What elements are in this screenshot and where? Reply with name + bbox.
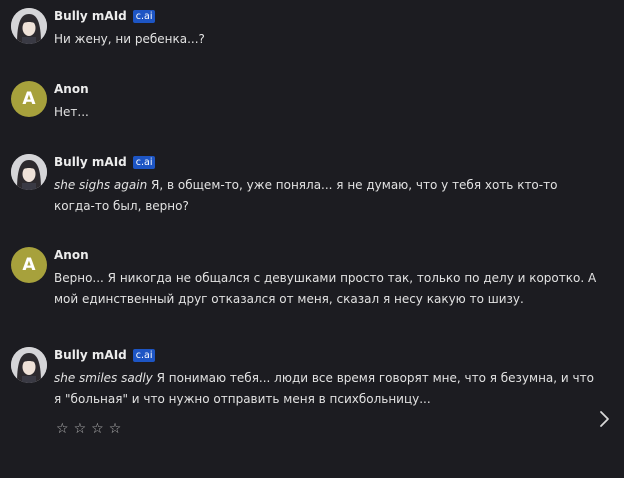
message-text: Нет... — [54, 102, 599, 123]
author-name: Bully mAId — [54, 155, 127, 169]
message-body: Верно... Я никогда не общался с девушкам… — [54, 271, 597, 306]
user-avatar[interactable]: A — [11, 81, 47, 117]
author-name: Anon — [54, 82, 89, 96]
ai-badge: c.ai — [132, 348, 156, 362]
bot-avatar[interactable] — [11, 8, 47, 44]
message-text: she sighs again Я, в общем-то, уже понял… — [54, 175, 599, 217]
star-icon[interactable]: ☆ — [91, 421, 104, 437]
message-text: Ни жену, ни ребенка...? — [54, 29, 599, 50]
bot-avatar[interactable] — [11, 347, 47, 383]
star-icon[interactable]: ☆ — [56, 421, 69, 437]
author-name: Anon — [54, 248, 89, 262]
chevron-right-icon — [600, 411, 609, 427]
star-icon[interactable]: ☆ — [109, 421, 122, 437]
message-body: Ни жену, ни ребенка...? — [54, 32, 205, 46]
action-text: she smiles sadly — [54, 371, 153, 385]
author-name: Bully mAId — [54, 348, 127, 362]
message-text: Верно... Я никогда не общался с девушкам… — [54, 268, 599, 310]
user-avatar[interactable]: A — [11, 247, 47, 283]
rating-stars: ☆ ☆ ☆ ☆ — [56, 421, 121, 437]
next-response-button[interactable] — [596, 409, 614, 429]
ai-badge: c.ai — [132, 155, 156, 169]
author-name: Bully mAId — [54, 9, 127, 23]
bot-avatar[interactable] — [11, 154, 47, 190]
star-icon[interactable]: ☆ — [74, 421, 87, 437]
message-text: she smiles sadly Я понимаю тебя... люди … — [54, 368, 599, 410]
action-text: she sighs again — [54, 178, 148, 192]
ai-badge: c.ai — [132, 9, 156, 23]
message-body: Нет... — [54, 105, 89, 119]
